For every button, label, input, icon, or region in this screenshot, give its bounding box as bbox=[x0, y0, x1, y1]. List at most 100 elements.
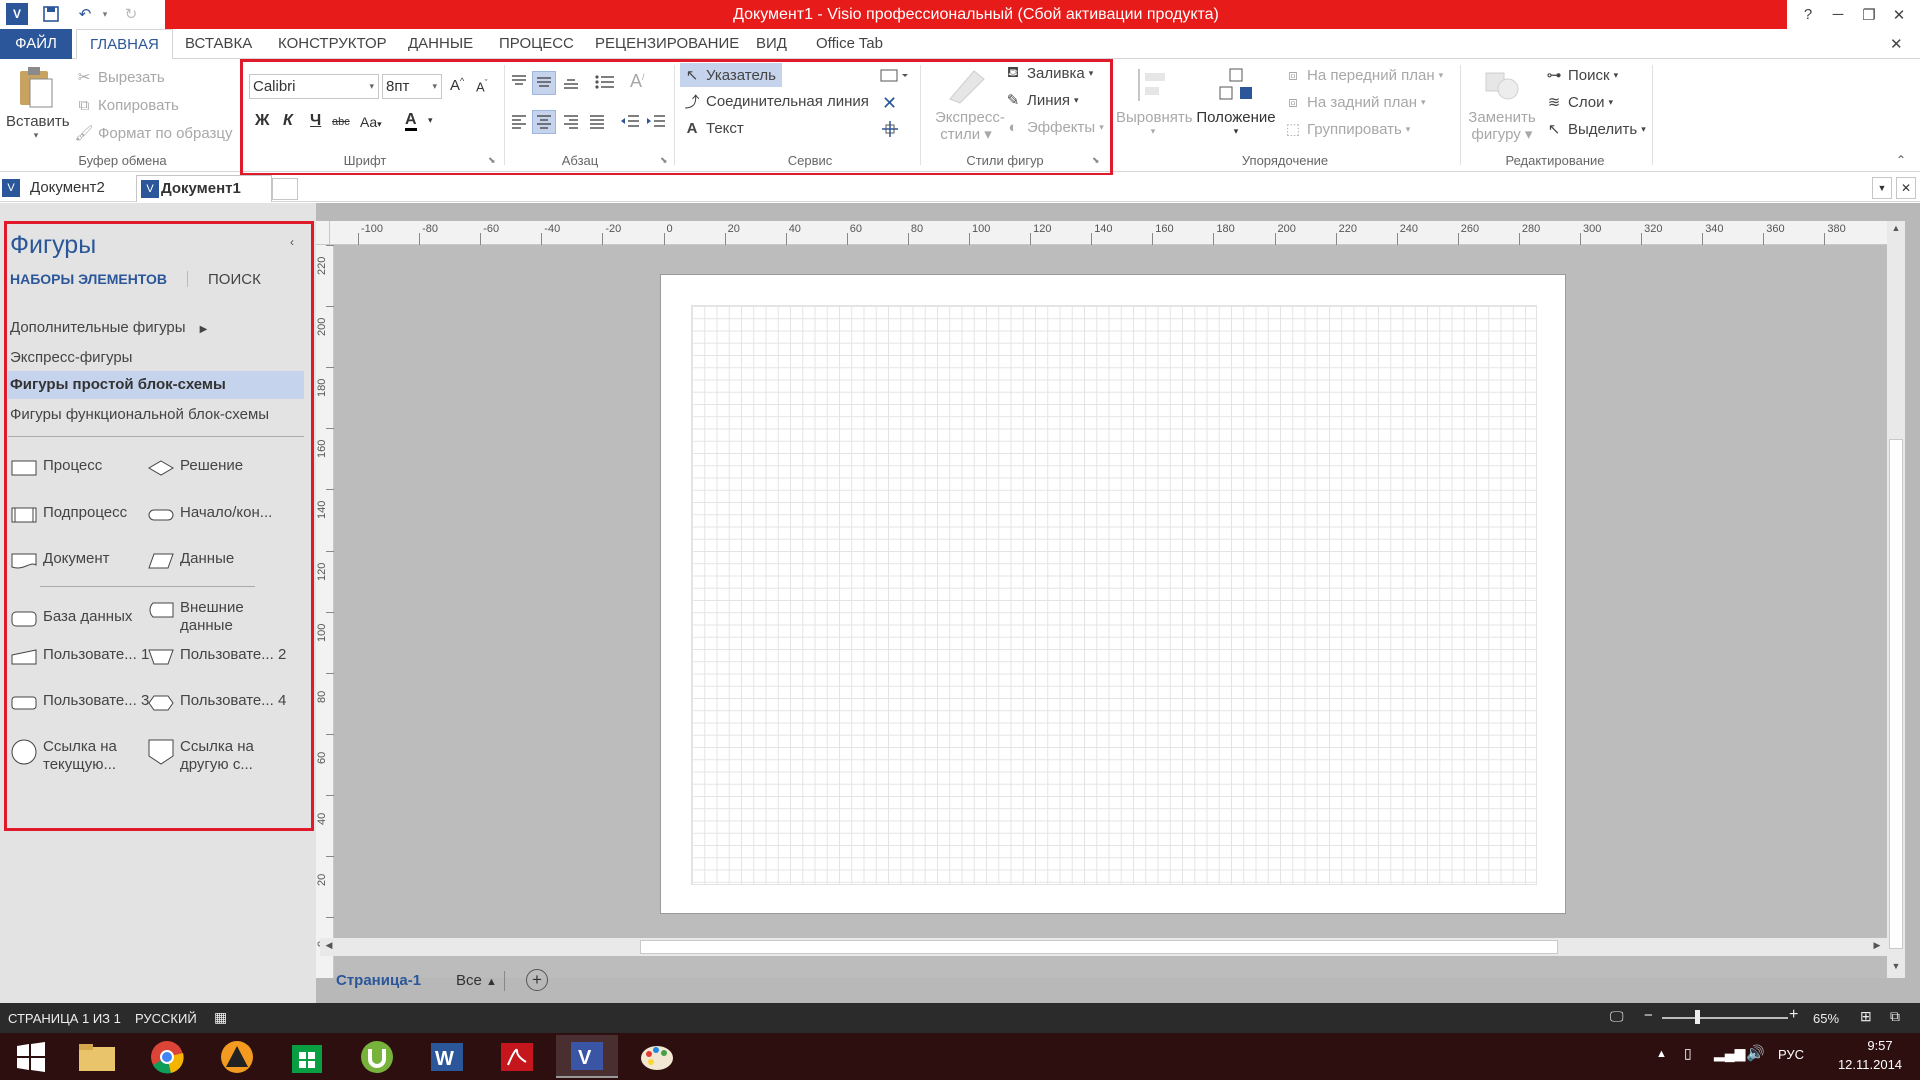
italic-button[interactable]: К bbox=[283, 112, 293, 130]
tray-expand-icon[interactable]: ▲ bbox=[1656, 1048, 1667, 1060]
line-button[interactable]: ✎ Линия ▾ bbox=[1003, 90, 1079, 110]
font-color-dropdown-icon[interactable]: ▾ bbox=[428, 115, 433, 126]
font-dialog-launcher-icon[interactable]: ⬊ bbox=[488, 155, 496, 166]
scroll-right-icon[interactable]: ▶ bbox=[1870, 940, 1884, 954]
shape-decision[interactable]: Решение bbox=[147, 457, 287, 479]
shape-styles-dialog-launcher-icon[interactable]: ⬊ bbox=[1092, 155, 1100, 166]
select-button[interactable]: ↖ Выделить ▾ bbox=[1544, 119, 1646, 139]
tab-home[interactable]: ГЛАВНАЯ bbox=[76, 29, 173, 60]
horizontal-scrollbar[interactable]: ◀ ▶ bbox=[320, 938, 1887, 956]
shape-off-page-reference[interactable]: Ссылка на другую с... bbox=[147, 738, 287, 774]
stencil-cross-functional[interactable]: Фигуры функциональной блок-схемы bbox=[10, 406, 269, 423]
close-document-icon[interactable]: ✕ bbox=[1890, 35, 1903, 53]
shape-custom-1[interactable]: Пользовате... 1 bbox=[10, 646, 150, 668]
start-button[interactable] bbox=[0, 1035, 62, 1078]
align-button[interactable]: Выровнять ▾ bbox=[1116, 65, 1193, 137]
drawing-page[interactable] bbox=[660, 274, 1566, 914]
delete-connector-icon[interactable]: ✕ bbox=[882, 93, 897, 114]
tab-insert[interactable]: ВСТАВКА bbox=[172, 29, 265, 59]
chrome-icon[interactable] bbox=[136, 1035, 198, 1078]
align-middle-icon[interactable] bbox=[532, 71, 556, 95]
doc-tab-document1-frame[interactable]: V Документ1 bbox=[136, 175, 272, 202]
text-tool-button[interactable]: A Текст bbox=[682, 118, 744, 138]
collapse-pane-icon[interactable]: ‹ bbox=[290, 235, 294, 249]
page-tab-1[interactable]: Страница-1 bbox=[336, 972, 421, 989]
tab-data[interactable]: ДАННЫЕ bbox=[395, 29, 486, 59]
volume-icon[interactable]: 🔊 bbox=[1746, 1044, 1765, 1062]
position-button[interactable]: Положение ▾ bbox=[1193, 65, 1279, 137]
macro-icon[interactable]: ▦ bbox=[214, 1009, 227, 1026]
redo-icon[interactable]: ↻ bbox=[120, 3, 142, 25]
text-direction-icon[interactable]: A/ bbox=[630, 71, 645, 92]
justify-icon[interactable] bbox=[588, 113, 606, 133]
paste-button[interactable]: Вставить ▾ bbox=[6, 65, 70, 145]
tab-stencils[interactable]: НАБОРЫ ЭЛЕМЕНТОВ bbox=[10, 271, 167, 287]
utorrent-icon[interactable] bbox=[346, 1035, 408, 1078]
keyboard-language[interactable]: РУС bbox=[1778, 1047, 1804, 1062]
font-family-select[interactable]: Calibri ▾ bbox=[249, 74, 379, 99]
rectangle-shape-icon[interactable] bbox=[880, 69, 910, 87]
find-button[interactable]: ⊶ Поиск ▾ bbox=[1544, 65, 1619, 85]
align-center-icon[interactable] bbox=[532, 110, 556, 134]
zoom-out-icon[interactable]: − bbox=[1644, 1007, 1653, 1024]
tab-office-tab[interactable]: Office Tab bbox=[803, 29, 896, 59]
clock-date[interactable]: 12.11.2014 bbox=[1830, 1057, 1910, 1072]
tabs-dropdown-icon[interactable]: ▼ bbox=[1872, 177, 1892, 199]
new-tab-button[interactable] bbox=[272, 178, 298, 200]
font-color-button[interactable]: A bbox=[405, 111, 417, 131]
increase-indent-icon[interactable] bbox=[646, 113, 666, 133]
presentation-icon[interactable]: 🖵 bbox=[1610, 1008, 1624, 1025]
close-window-button[interactable]: ✕ bbox=[1878, 0, 1920, 29]
fill-button[interactable]: ⛾ Заливка ▾ bbox=[1003, 63, 1093, 83]
shape-subprocess[interactable]: Подпроцесс bbox=[10, 504, 150, 526]
zoom-in-icon[interactable]: + bbox=[1789, 1006, 1798, 1024]
tab-search[interactable]: ПОИСК bbox=[208, 271, 261, 288]
align-left-icon[interactable] bbox=[510, 113, 528, 133]
bold-button[interactable]: Ж bbox=[255, 112, 269, 130]
shape-process[interactable]: Процесс bbox=[10, 457, 150, 479]
change-case-button[interactable]: Aa▾ bbox=[360, 114, 382, 130]
drawing-canvas[interactable] bbox=[334, 245, 1887, 978]
paint-icon[interactable] bbox=[626, 1035, 688, 1078]
underline-button[interactable]: Ч bbox=[310, 112, 321, 130]
pointer-tool-button[interactable]: ↖ Указатель bbox=[680, 63, 782, 87]
scroll-left-icon[interactable]: ◀ bbox=[322, 940, 336, 954]
zoom-level[interactable]: 65% bbox=[1813, 1011, 1839, 1026]
visio-taskbar-icon[interactable]: V bbox=[556, 1035, 618, 1078]
battery-icon[interactable]: ▯ bbox=[1684, 1045, 1692, 1062]
collapse-ribbon-icon[interactable]: ⌃ bbox=[1896, 153, 1906, 167]
stencil-more-shapes[interactable]: Дополнительные фигуры ▶ bbox=[10, 319, 207, 336]
shape-data[interactable]: Данные bbox=[147, 550, 287, 572]
clock-time[interactable]: 9:57 bbox=[1850, 1038, 1910, 1053]
undo-dropdown-icon[interactable]: ▾ bbox=[94, 3, 116, 25]
copy-button[interactable]: ⧉ Копировать bbox=[74, 95, 179, 115]
shape-custom-4[interactable]: Пользовате... 4 bbox=[147, 692, 287, 714]
shape-external-data[interactable]: Внешние данные bbox=[147, 599, 287, 635]
vertical-scroll-thumb[interactable] bbox=[1889, 439, 1903, 949]
align-top-icon[interactable] bbox=[510, 73, 528, 95]
word-icon[interactable]: W bbox=[416, 1035, 478, 1078]
tab-design[interactable]: КОНСТРУКТОР bbox=[265, 29, 400, 59]
visio-app-icon[interactable]: V bbox=[6, 3, 28, 25]
change-shape-button[interactable]: Заменить фигуру ▾ bbox=[1464, 65, 1540, 143]
all-pages-button[interactable]: Все ▲ bbox=[456, 972, 497, 989]
scroll-down-icon[interactable]: ▼ bbox=[1889, 961, 1903, 975]
shape-document[interactable]: Документ bbox=[10, 550, 150, 572]
layers-button[interactable]: ≋ Слои ▾ bbox=[1544, 92, 1613, 112]
connector-tool-button[interactable]: ⤴ Соединительная линия bbox=[682, 91, 868, 111]
undo-icon[interactable]: ↶ bbox=[74, 3, 96, 25]
shape-start-end[interactable]: Начало/кон... bbox=[147, 504, 287, 526]
stencil-basic-flowchart[interactable]: Фигуры простой блок-схемы bbox=[10, 376, 226, 393]
horizontal-scroll-thumb[interactable] bbox=[640, 940, 1558, 954]
shrink-font-icon[interactable]: Aˇ bbox=[476, 78, 488, 94]
close-tab-icon[interactable]: ✕ bbox=[1896, 177, 1916, 199]
tab-review[interactable]: РЕЦЕНЗИРОВАНИЕ bbox=[582, 29, 752, 59]
vertical-scrollbar[interactable]: ▲ ▼ bbox=[1887, 221, 1905, 978]
tab-process[interactable]: ПРОЦЕСС bbox=[486, 29, 587, 59]
shape-database[interactable]: База данных bbox=[10, 608, 150, 630]
zoom-slider-thumb[interactable] bbox=[1695, 1010, 1700, 1024]
bring-to-front-button[interactable]: ⧈ На передний план ▾ bbox=[1283, 65, 1443, 85]
zoom-slider[interactable] bbox=[1662, 1017, 1788, 1019]
tab-file[interactable]: ФАЙЛ bbox=[0, 29, 72, 59]
strikethrough-button[interactable]: abc bbox=[332, 116, 350, 128]
